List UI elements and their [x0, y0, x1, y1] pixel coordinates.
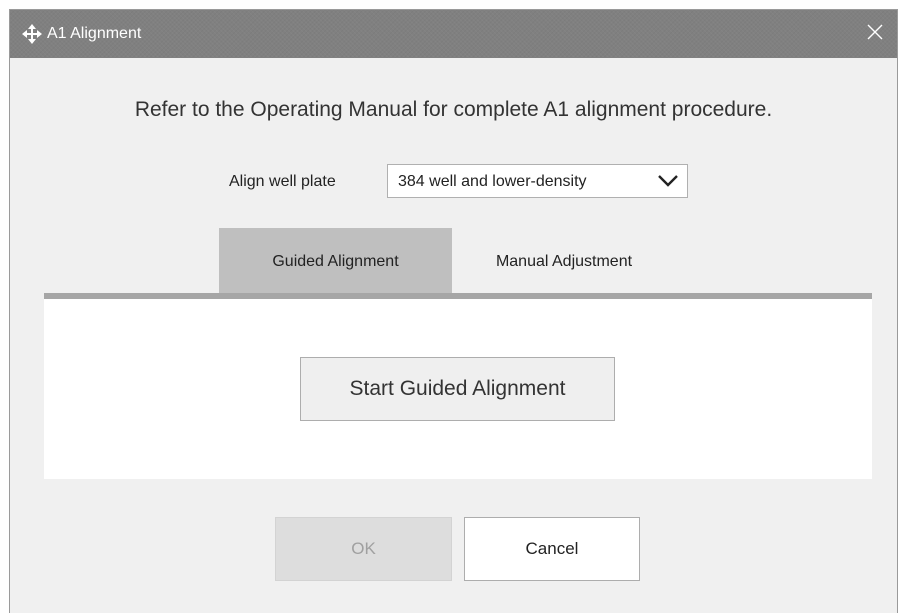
window-title: A1 Alignment	[47, 25, 142, 42]
chevron-down-icon	[657, 173, 679, 189]
cancel-button[interactable]: Cancel	[464, 517, 640, 581]
tab-guided-alignment[interactable]: Guided Alignment	[219, 228, 452, 296]
tab-manual-adjustment[interactable]: Manual Adjustment	[452, 228, 676, 296]
plate-row: Align well plate 384 well and lower-dens…	[10, 162, 897, 202]
plate-select[interactable]: 384 well and lower-density	[387, 164, 688, 198]
start-guided-alignment-button[interactable]: Start Guided Alignment	[300, 357, 615, 421]
a1-alignment-dialog: A1 Alignment Refer to the Operating Manu…	[9, 9, 898, 613]
move-icon	[22, 24, 42, 44]
tab-panel-guided: Start Guided Alignment	[44, 299, 872, 479]
close-icon	[867, 24, 883, 45]
close-button[interactable]	[855, 14, 895, 54]
plate-label: Align well plate	[229, 173, 336, 190]
instruction-text: Refer to the Operating Manual for comple…	[134, 98, 773, 121]
plate-select-value: 384 well and lower-density	[398, 173, 587, 190]
title-bar[interactable]: A1 Alignment	[10, 10, 897, 58]
ok-button[interactable]: OK	[275, 517, 452, 581]
